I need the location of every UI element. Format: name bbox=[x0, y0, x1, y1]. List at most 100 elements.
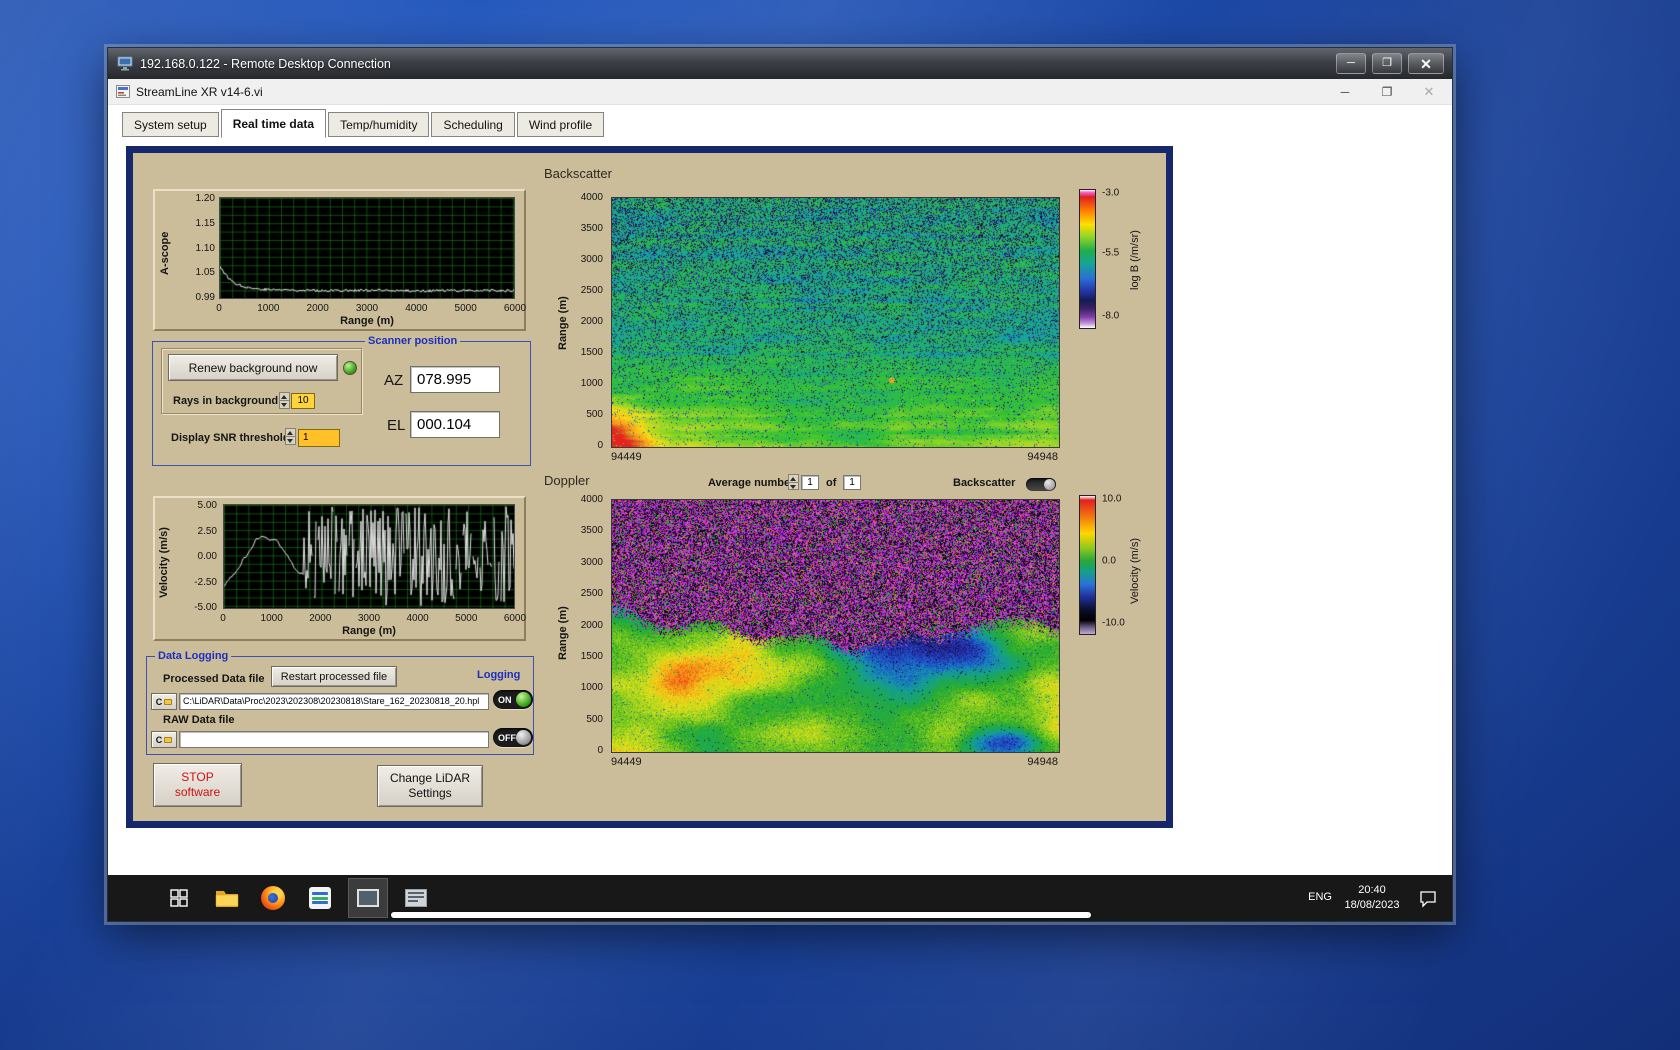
backscatter-y-axis-ticks: 4000 3500 3000 2500 2000 1500 1000 500 0 bbox=[559, 192, 603, 451]
stop-software-button[interactable]: STOP software bbox=[153, 763, 242, 807]
firefox-icon[interactable] bbox=[257, 882, 289, 914]
tab-scheduling[interactable]: Scheduling bbox=[431, 112, 515, 137]
background-scanner-group: Scanner position Renew background now Ra… bbox=[152, 335, 531, 466]
axis-tick-label: 0.00 bbox=[197, 551, 217, 562]
tab-wind-profile[interactable]: Wind profile bbox=[516, 112, 605, 137]
scan-app-glyph bbox=[405, 889, 427, 907]
axis-tick-label: 4000 bbox=[406, 613, 429, 624]
tab-temp-humidity[interactable]: Temp/humidity bbox=[328, 112, 430, 137]
doppler-colorbar-label: Velocity (m/s) bbox=[1129, 538, 1141, 605]
rdp-close-button[interactable]: ✕ bbox=[1408, 53, 1444, 74]
raw-logging-toggle[interactable]: OFF bbox=[493, 728, 533, 747]
processed-data-file-path[interactable]: C:\LiDAR\Data\Proc\2023\202308\20230818\… bbox=[179, 693, 489, 710]
axis-tick-label: 0 bbox=[597, 745, 603, 756]
rays-in-background-label: Rays in background bbox=[173, 395, 279, 407]
velocity-x-axis-label: Range (m) bbox=[342, 625, 396, 637]
increment-arrow[interactable] bbox=[286, 429, 295, 437]
tab-strip: System setup Real time data Temp/humidit… bbox=[108, 105, 1452, 138]
axis-tick-label: 2000 bbox=[306, 303, 329, 314]
axis-tick-label: 0 bbox=[216, 303, 222, 314]
rays-increment-decrement[interactable] bbox=[279, 392, 290, 409]
language-indicator[interactable]: ENG bbox=[1308, 891, 1332, 903]
scanner-position-group-label: Scanner position bbox=[365, 335, 461, 347]
axis-tick-label: 4000 bbox=[580, 494, 603, 505]
axis-tick-label: 2000 bbox=[309, 613, 332, 624]
axis-tick-label: 1.15 bbox=[195, 217, 215, 229]
file-explorer-icon[interactable] bbox=[211, 882, 243, 914]
toggle-off-lens-icon bbox=[516, 730, 531, 745]
axis-tick-label: 2000 bbox=[580, 316, 603, 327]
axis-tick-label: 3000 bbox=[355, 303, 379, 314]
restart-processed-file-button[interactable]: Restart processed file bbox=[271, 666, 397, 687]
axis-tick-label: -2.50 bbox=[194, 576, 217, 588]
snr-threshold-field[interactable]: 1 bbox=[298, 429, 340, 447]
app-titlebar[interactable]: StreamLine XR v14-6.vi ─ ❐ ✕ bbox=[108, 79, 1452, 105]
axis-tick-label: 1500 bbox=[580, 347, 603, 358]
velocity-y-axis-ticks: 5.00 2.50 0.00 -2.50 -5.00 bbox=[175, 500, 217, 613]
background-group: Renew background now Rays in background … bbox=[161, 348, 362, 414]
axis-tick-label: 3000 bbox=[580, 254, 603, 265]
rdp-minimize-button[interactable]: ─ bbox=[1336, 53, 1366, 74]
velocity-plot-area bbox=[223, 504, 515, 609]
backscatter-heatmap-canvas bbox=[612, 198, 1059, 447]
decrement-arrow[interactable] bbox=[286, 437, 295, 444]
average-increment-decrement[interactable] bbox=[788, 474, 799, 490]
clock[interactable]: 20:40 18/08/2023 bbox=[1336, 883, 1408, 913]
tab-system-setup[interactable]: System setup bbox=[122, 112, 219, 137]
increment-arrow[interactable] bbox=[280, 393, 289, 401]
taskbar: ENG 20:40 18/08/2023 bbox=[108, 875, 1452, 921]
stop-software-line1: STOP bbox=[181, 770, 214, 784]
logging-label: Logging bbox=[477, 669, 521, 681]
renew-background-label: Renew background now bbox=[188, 360, 318, 375]
notification-center-icon[interactable] bbox=[1412, 882, 1444, 914]
increment-arrow[interactable] bbox=[789, 475, 798, 483]
backscatter-display-toggle[interactable] bbox=[1026, 478, 1056, 491]
change-lidar-settings-button[interactable]: Change LiDAR Settings bbox=[377, 765, 483, 807]
rdp-restore-button[interactable]: ❐ bbox=[1372, 53, 1402, 74]
app-restore-button[interactable]: ❐ bbox=[1372, 82, 1402, 102]
backscatter-colorbar: -3.0 -5.5 -8.0 bbox=[1079, 187, 1119, 329]
lines-app-icon[interactable] bbox=[304, 882, 336, 914]
backscatter-heatmap bbox=[611, 197, 1060, 448]
average-number-field[interactable]: 1 bbox=[801, 475, 819, 490]
start-button[interactable] bbox=[163, 882, 195, 914]
axis-tick-label: 6000 bbox=[503, 303, 527, 314]
ascope-plot-area bbox=[219, 197, 515, 299]
doppler-time-labels: 94449 94948 bbox=[611, 756, 1058, 768]
decrement-arrow[interactable] bbox=[789, 483, 798, 490]
app-icon bbox=[116, 85, 130, 98]
backscatter-time-end: 94948 bbox=[1027, 451, 1058, 463]
axis-tick-label: 0.99 bbox=[195, 292, 215, 303]
processed-data-file-label: Processed Data file bbox=[163, 673, 265, 685]
doppler-y-axis-ticks: 4000 3500 3000 2500 2000 1500 1000 500 0 bbox=[559, 494, 603, 756]
raw-path-drive-button[interactable]: C bbox=[151, 731, 177, 748]
rdp-titlebar[interactable]: 192.168.0.122 - Remote Desktop Connectio… bbox=[108, 48, 1452, 79]
renew-background-button[interactable]: Renew background now bbox=[168, 354, 338, 381]
elevation-readout: 000.104 bbox=[410, 411, 500, 438]
average-of-field[interactable]: 1 bbox=[843, 475, 861, 490]
rdp-window-title: 192.168.0.122 - Remote Desktop Connectio… bbox=[140, 56, 391, 71]
rays-in-background-field[interactable]: 10 bbox=[291, 393, 315, 409]
background-status-led bbox=[343, 361, 357, 375]
processed-logging-toggle[interactable]: ON bbox=[493, 690, 533, 709]
decrement-arrow[interactable] bbox=[280, 401, 289, 408]
snr-increment-decrement[interactable] bbox=[285, 428, 296, 445]
backscatter-time-start: 94449 bbox=[611, 451, 642, 463]
active-app-taskbar-button[interactable] bbox=[348, 878, 388, 918]
axis-tick-label: 1000 bbox=[257, 303, 280, 314]
doppler-time-end: 94948 bbox=[1027, 756, 1058, 768]
axis-tick-label: 1000 bbox=[580, 682, 603, 694]
axis-tick-label: 1.05 bbox=[195, 267, 215, 279]
app-close-button[interactable]: ✕ bbox=[1414, 82, 1444, 102]
axis-tick-label: 5000 bbox=[455, 613, 478, 624]
rdp-icon bbox=[117, 56, 133, 71]
app-minimize-button[interactable]: ─ bbox=[1330, 82, 1360, 102]
axis-tick-label: 2000 bbox=[580, 619, 603, 631]
raw-data-file-path[interactable] bbox=[179, 731, 489, 748]
folder-icon bbox=[164, 736, 173, 743]
tab-real-time-data[interactable]: Real time data bbox=[220, 109, 327, 138]
scan-app-icon[interactable] bbox=[400, 882, 432, 914]
session-horizontal-scrollbar[interactable] bbox=[391, 912, 1091, 918]
drive-letter: C bbox=[155, 734, 163, 745]
processed-path-drive-button[interactable]: C bbox=[151, 693, 177, 710]
